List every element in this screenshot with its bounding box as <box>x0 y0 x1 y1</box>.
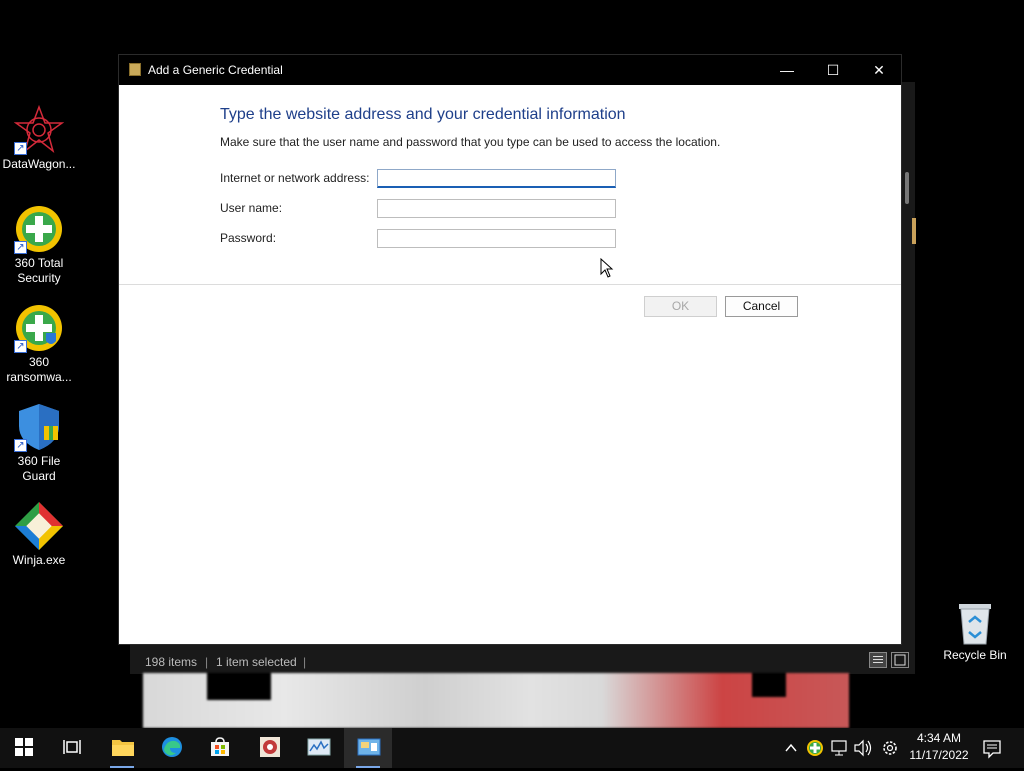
desktop-icon-360-total-security[interactable]: ↗ 360 Total Security <box>0 204 78 286</box>
explorer-selection-marker <box>912 218 916 244</box>
tray-360-security[interactable] <box>805 728 825 768</box>
dialog-titlebar[interactable]: Add a Generic Credential — ☐ ✕ <box>119 55 901 85</box>
desktop-icon-label: 360 File Guard <box>17 454 61 483</box>
blurred-background-content <box>143 673 849 728</box>
explorer-status-bar: 198 items | 1 item selected | <box>130 645 915 674</box>
user-name-input[interactable] <box>377 199 616 218</box>
desktop-icon-label: Recycle Bin <box>943 648 1007 662</box>
cancel-button[interactable]: Cancel <box>725 296 798 317</box>
tray-network[interactable] <box>829 728 849 768</box>
large-icons-view-icon[interactable] <box>891 652 909 668</box>
shortcut-arrow-icon: ↗ <box>14 142 27 155</box>
desktop-icon-label: Winja.exe <box>12 553 66 567</box>
dialog-title: Add a Generic Credential <box>148 63 283 77</box>
shortcut-arrow-icon: ↗ <box>14 340 27 353</box>
desktop-icon-label: 360 ransomwa... <box>6 355 72 384</box>
shortcut-arrow-icon: ↗ <box>14 241 27 254</box>
taskbar-edge[interactable] <box>148 728 196 768</box>
internet-address-label: Internet or network address: <box>220 171 370 185</box>
volume-icon <box>854 739 872 757</box>
desktop-icon-label: 360 Total Security <box>14 256 64 285</box>
start-button[interactable] <box>0 728 48 768</box>
desktop-icon-datawagon[interactable]: ↗ DataWagon... <box>0 104 78 172</box>
datawagon-icon: ↗ <box>13 104 65 155</box>
windows-start-icon <box>13 736 35 758</box>
taskbar-file-explorer[interactable] <box>98 728 146 768</box>
maximize-button[interactable]: ☐ <box>810 55 856 85</box>
taskbar-app[interactable] <box>246 728 294 768</box>
taskbar-store[interactable] <box>196 728 244 768</box>
clock-date: 11/17/2022 <box>909 748 969 762</box>
credential-manager-icon <box>357 736 381 758</box>
desktop-icon-360-file-guard[interactable]: ↗ 360 File Guard <box>0 402 78 484</box>
details-view-icon[interactable] <box>869 652 887 668</box>
user-name-label: User name: <box>220 201 283 215</box>
tray-settings[interactable] <box>879 728 901 768</box>
app-icon <box>259 736 281 758</box>
edge-icon <box>161 736 183 758</box>
desktop-icon-label: DataWagon... <box>2 157 76 171</box>
task-view-icon <box>61 736 83 758</box>
credential-vault-icon <box>129 63 141 76</box>
360-ransomware-icon: ↗ <box>14 303 64 353</box>
status-separator: | <box>303 655 307 669</box>
add-generic-credential-dialog: Add a Generic Credential — ☐ ✕ Type the … <box>118 54 902 645</box>
desktop-icon-recycle-bin[interactable]: Recycle Bin <box>936 602 1014 663</box>
shortcut-arrow-icon: ↗ <box>14 439 27 452</box>
taskbar: 4:34 AM 11/17/2022 <box>0 728 1024 768</box>
notification-icon <box>983 740 1001 759</box>
desktop-icon-winja[interactable]: Winja.exe <box>0 501 78 568</box>
taskbar-credential-manager[interactable] <box>344 728 392 768</box>
winja-icon <box>14 501 64 551</box>
performance-monitor-icon <box>307 736 331 758</box>
explorer-scrollbar-thumb[interactable] <box>905 172 909 204</box>
chevron-up-icon <box>785 743 797 752</box>
360-security-tray-icon <box>807 740 823 756</box>
status-item-count: 198 items <box>145 655 198 669</box>
task-view-button[interactable] <box>48 728 96 768</box>
ok-button[interactable]: OK <box>644 296 717 317</box>
close-button[interactable]: ✕ <box>856 55 902 85</box>
file-explorer-icon <box>111 736 134 758</box>
dialog-divider <box>119 284 901 285</box>
360-total-security-icon: ↗ <box>14 204 64 254</box>
360-file-guard-icon: ↗ <box>14 402 64 452</box>
internet-address-input[interactable] <box>377 169 616 188</box>
network-icon <box>831 740 847 756</box>
desktop-icon-360-ransomware[interactable]: ↗ 360 ransomwa... <box>0 303 78 385</box>
recycle-bin-icon <box>955 602 995 646</box>
password-label: Password: <box>220 231 277 245</box>
dialog-description: Make sure that the user name and passwor… <box>220 135 721 149</box>
status-separator: | <box>205 655 209 669</box>
store-icon <box>209 736 231 758</box>
notification-center-button[interactable] <box>980 728 1004 768</box>
clock-time: 4:34 AM <box>916 731 962 745</box>
status-selected-count: 1 item selected <box>216 655 297 669</box>
dialog-heading: Type the website address and your creden… <box>220 106 626 123</box>
tray-volume[interactable] <box>852 728 874 768</box>
taskbar-clock[interactable]: 4:34 AM 11/17/2022 <box>906 730 972 764</box>
gear-icon <box>883 741 897 755</box>
taskbar-performance-monitor[interactable] <box>294 728 342 768</box>
show-hidden-icons-button[interactable] <box>782 728 800 768</box>
password-input[interactable] <box>377 229 616 248</box>
minimize-button[interactable]: — <box>764 55 810 85</box>
